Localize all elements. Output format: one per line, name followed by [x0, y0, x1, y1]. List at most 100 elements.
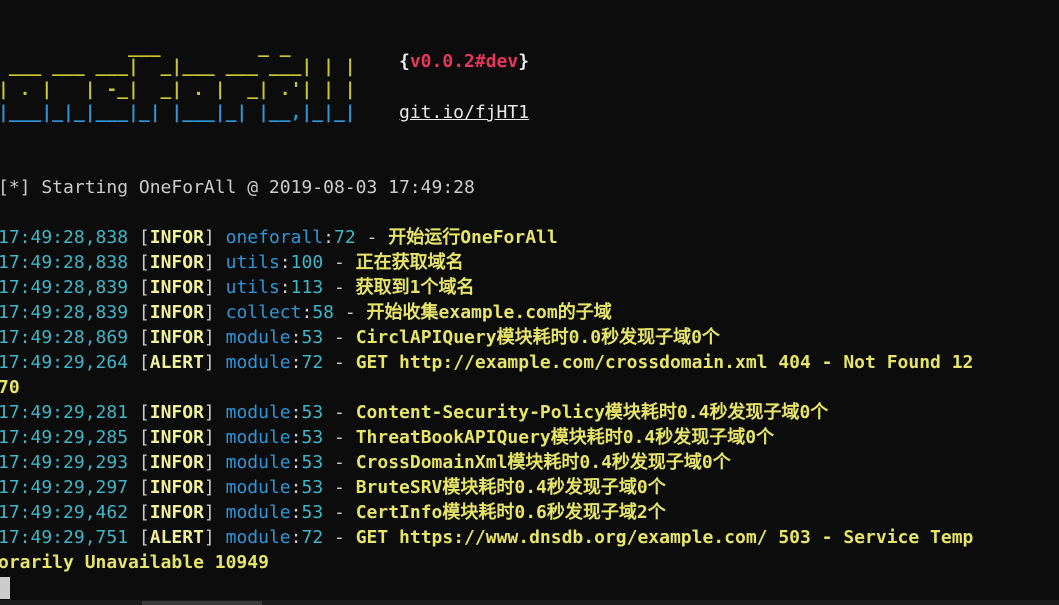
log-bracket-open: [: [128, 252, 150, 273]
log-timestamp: 17:49:29,751: [0, 527, 129, 548]
log-message: 开始运行OneForAll: [388, 227, 558, 248]
log-module: utils: [225, 277, 280, 298]
log-module: module: [225, 477, 291, 498]
log-colon: :: [290, 477, 302, 498]
log-module: utils: [225, 252, 280, 273]
log-module: collect: [225, 302, 302, 323]
log-level: INFOR: [149, 277, 204, 298]
log-colon: :: [279, 252, 291, 273]
log-module: module: [225, 402, 291, 423]
log-timestamp: 17:49:28,839: [0, 302, 129, 323]
start-line: [*] Starting OneForAll @ 2019-08-03 17:4…: [0, 177, 475, 198]
log-bracket-open: [: [128, 502, 150, 523]
log-module: module: [225, 327, 291, 348]
log-line-number: 53: [301, 427, 324, 448]
log-line: orarily Unavailable 10949: [0, 550, 269, 575]
banner-row-3: | . | | -_| _| . | _| .'| | |: [0, 79, 356, 100]
log-level: INFOR: [149, 502, 204, 523]
log-timestamp: 17:49:29,281: [0, 402, 129, 423]
log-bracket-open: [: [128, 352, 150, 373]
log-bracket-open: [: [128, 402, 150, 423]
log-message: BruteSRV模块耗时0.4秒发现子域0个: [355, 477, 666, 498]
log-message: CirclAPIQuery模块耗时0.0秒发现子域0个: [355, 327, 720, 348]
log-bracket-close: ]: [203, 227, 226, 248]
log-level: INFOR: [149, 452, 204, 473]
log-bracket-open: [: [128, 277, 150, 298]
log-separator: -: [323, 502, 356, 523]
log-bracket-close: ]: [203, 502, 226, 523]
log-line-number: 100: [290, 252, 324, 273]
log-bracket-open: [: [128, 227, 150, 248]
log-level: INFOR: [149, 327, 204, 348]
log-line: 17:49:29,281 [INFOR] module:53 - Content…: [0, 400, 828, 425]
log-line: 17:49:28,839 [INFOR] utils:113 - 获取到1个域名: [0, 275, 475, 300]
log-message-continued: orarily Unavailable 10949: [0, 552, 269, 573]
log-line-number: 72: [301, 527, 324, 548]
log-message: CrossDomainXml模块耗时0.4秒发现子域0个: [355, 452, 731, 473]
log-separator: -: [355, 227, 389, 248]
log-bracket-open: [: [128, 327, 150, 348]
log-line: 17:49:29,297 [INFOR] module:53 - BruteSR…: [0, 475, 666, 500]
log-bracket-close: ]: [203, 402, 226, 423]
log-module: module: [225, 452, 291, 473]
scrollbar-thumb[interactable]: [142, 601, 262, 605]
log-bracket-close: ]: [203, 277, 226, 298]
log-message: GET http://example.com/crossdomain.xml 4…: [355, 352, 974, 373]
log-timestamp: 17:49:29,293: [0, 452, 129, 473]
log-timestamp: 17:49:29,297: [0, 477, 129, 498]
log-bracket-close: ]: [203, 452, 226, 473]
log-bracket-close: ]: [203, 427, 226, 448]
banner-row-2: ___ ___ ___| _|___ ___ ___| | |: [0, 56, 356, 77]
log-level: INFOR: [149, 252, 204, 273]
log-message: 正在获取域名: [355, 252, 464, 273]
log-level: INFOR: [149, 477, 204, 498]
log-separator: -: [334, 302, 367, 323]
log-level: INFOR: [149, 227, 204, 248]
log-separator: -: [323, 427, 356, 448]
log-line-number: 113: [290, 277, 324, 298]
log-colon: :: [290, 327, 302, 348]
log-bracket-close: ]: [203, 352, 226, 373]
log-line: 17:49:29,462 [INFOR] module:53 - CertInf…: [0, 500, 666, 525]
log-module: module: [225, 427, 291, 448]
log-colon: :: [301, 302, 313, 323]
log-separator: -: [323, 352, 356, 373]
version-close-brace: }: [518, 51, 530, 72]
log-module: oneforall: [225, 227, 324, 248]
log-line: 17:49:28,839 [INFOR] collect:58 - 开始收集ex…: [0, 300, 612, 325]
log-level: ALERT: [149, 527, 204, 548]
terminal-window[interactable]: ___ _ _ ___ ___ ___| _|___ ___ ___| | | …: [0, 0, 1059, 605]
log-separator: -: [323, 477, 356, 498]
log-line-number: 53: [301, 452, 324, 473]
log-line-number: 53: [301, 477, 324, 498]
log-colon: :: [290, 427, 302, 448]
log-separator: -: [323, 402, 356, 423]
log-message: ThreatBookAPIQuery模块耗时0.4秒发现子域0个: [355, 427, 775, 448]
log-bracket-close: ]: [203, 477, 226, 498]
log-bracket-close: ]: [203, 302, 226, 323]
log-line: 17:49:29,285 [INFOR] module:53 - ThreatB…: [0, 425, 774, 450]
log-timestamp: 17:49:28,838: [0, 227, 129, 248]
log-message-continued: 70: [0, 377, 20, 398]
log-colon: :: [279, 277, 291, 298]
log-line-number: 53: [301, 327, 324, 348]
log-bracket-open: [: [128, 427, 150, 448]
log-bracket-open: [: [128, 527, 150, 548]
log-separator: -: [323, 527, 356, 548]
repo-link[interactable]: git.io/fjHT1: [399, 101, 529, 125]
log-timestamp: 17:49:29,462: [0, 502, 129, 523]
log-module: module: [225, 352, 291, 373]
log-bracket-close: ]: [203, 252, 226, 273]
log-colon: :: [290, 527, 302, 548]
version-text: v0.0.2#dev: [409, 51, 519, 72]
version-open-brace: {: [399, 51, 410, 72]
log-level: INFOR: [149, 302, 204, 323]
log-line: 17:49:29,751 [ALERT] module:72 - GET htt…: [0, 525, 973, 550]
log-line-number: 72: [334, 227, 356, 248]
log-bracket-open: [: [128, 477, 150, 498]
log-colon: :: [323, 227, 334, 248]
banner-row-4: |___|_|_|___|_| |___|_| |__,|_|_|: [0, 102, 356, 123]
log-line-number: 58: [312, 302, 334, 323]
log-message: CertInfo模块耗时0.6秒发现子域2个: [355, 502, 666, 523]
log-message: 获取到1个域名: [355, 277, 475, 298]
